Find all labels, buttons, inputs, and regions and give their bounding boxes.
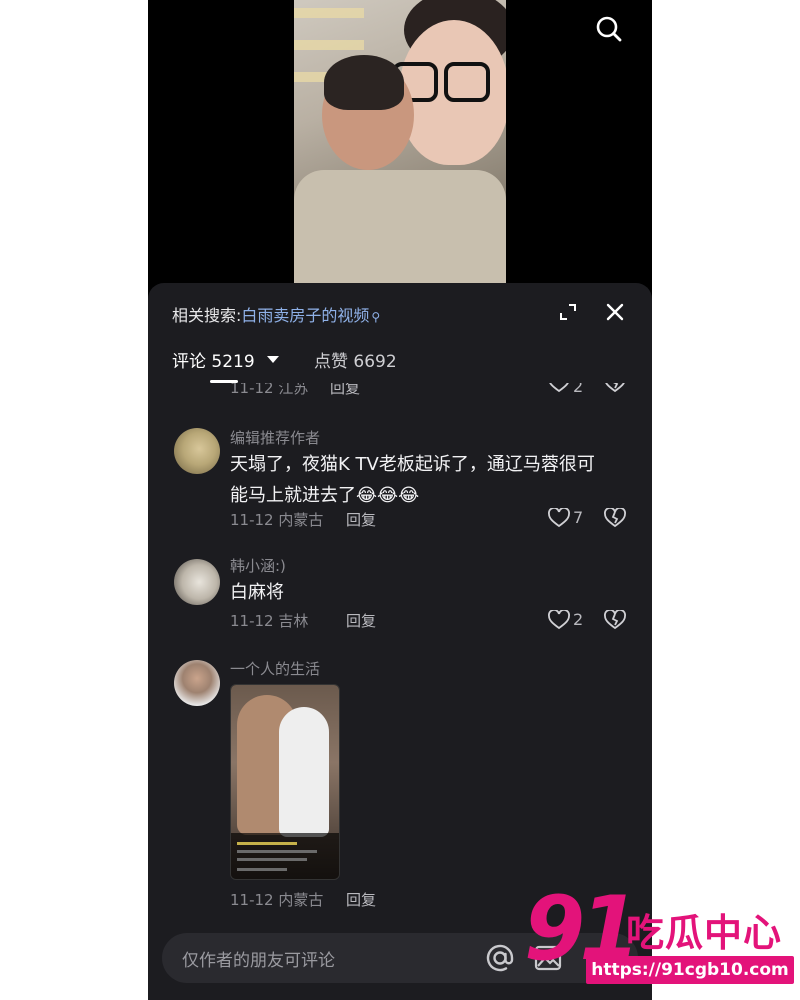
comment-meta: 11-12 内蒙古 [230,891,324,909]
comment-image-line [237,868,287,871]
related-search[interactable]: 相关搜索:白雨卖房子的视频 ⚲ [172,302,380,326]
reply-button[interactable]: 回复 [330,383,360,398]
comment-text: 天塌了，夜猫K TV老板起诉了，通辽马蓉很可 能马上就进去了😂😂😂 [230,449,595,511]
site-watermark: 91 吃瓜中心 https://91cgb10.com [524,884,794,992]
video-figure [324,55,404,110]
comment-image-figure [279,707,329,837]
chevron-down-icon [266,356,279,363]
shelf-decoration [294,8,364,18]
reply-button[interactable]: 回复 [346,509,376,530]
comment-meta: 11-12 吉林 [230,612,309,630]
like-count: 7 [573,508,584,527]
comment-image-line [237,842,297,845]
mention-icon[interactable] [484,942,516,974]
avatar[interactable] [174,428,220,474]
tab-comments-label: 评论 5219 [172,352,255,372]
video-player[interactable] [294,0,506,283]
search-small-icon: ⚲ [371,310,381,324]
heart-icon[interactable] [548,508,570,528]
comment-partial: 11-12 江苏 回复 2 [148,383,652,403]
reply-button[interactable]: 回复 [346,889,376,910]
video-figure [294,170,506,283]
comment-text-line: 能马上就进去了😂😂😂 [230,485,420,506]
avatar[interactable] [174,559,220,605]
comment-image-line [237,850,317,853]
tab-comments[interactable]: 评论 5219 [172,347,279,372]
watermark-url: https://91cgb10.com [586,956,794,984]
video-figure [444,62,490,102]
search-icon[interactable] [594,14,624,44]
comment-author[interactable]: 韩小涵:) [230,555,286,576]
related-search-query[interactable]: 白雨卖房子的视频 [241,306,369,325]
close-icon[interactable] [604,301,626,323]
tab-likes[interactable]: 点赞 6692 [314,347,397,372]
heart-icon[interactable] [548,383,570,393]
reply-button[interactable]: 回复 [346,610,376,631]
comment-meta: 11-12 江苏 [230,383,309,397]
dislike-icon[interactable] [604,610,626,630]
heart-icon[interactable] [548,610,570,630]
avatar[interactable] [174,660,220,706]
like-count: 2 [573,383,584,396]
comment-meta: 11-12 内蒙古 [230,511,324,529]
comment-image-line [237,858,307,861]
comment-text-line: 天塌了，夜猫K TV老板起诉了，通辽马蓉很可 [230,454,595,475]
comment-image-overlay [231,833,339,879]
phone-screen: 相关搜索:白雨卖房子的视频 ⚲ 评论 5219 点赞 6692 11-12 江苏 … [148,0,652,1000]
comment-input-placeholder: 仅作者的朋友可评论 [182,951,335,971]
comment-author[interactable]: 编辑推荐作者 [230,427,320,448]
dislike-icon[interactable] [604,508,626,528]
dislike-icon[interactable] [604,383,626,393]
comment-text: 白麻将 [230,582,284,603]
expand-icon[interactable] [558,302,578,322]
comment-author[interactable]: 一个人的生活 [230,658,320,679]
like-count: 2 [573,610,584,629]
watermark-brand: 吃瓜中心 [626,911,783,955]
shelf-decoration [294,40,364,50]
related-search-label: 相关搜索: [172,306,242,325]
comment-image[interactable] [230,684,340,880]
